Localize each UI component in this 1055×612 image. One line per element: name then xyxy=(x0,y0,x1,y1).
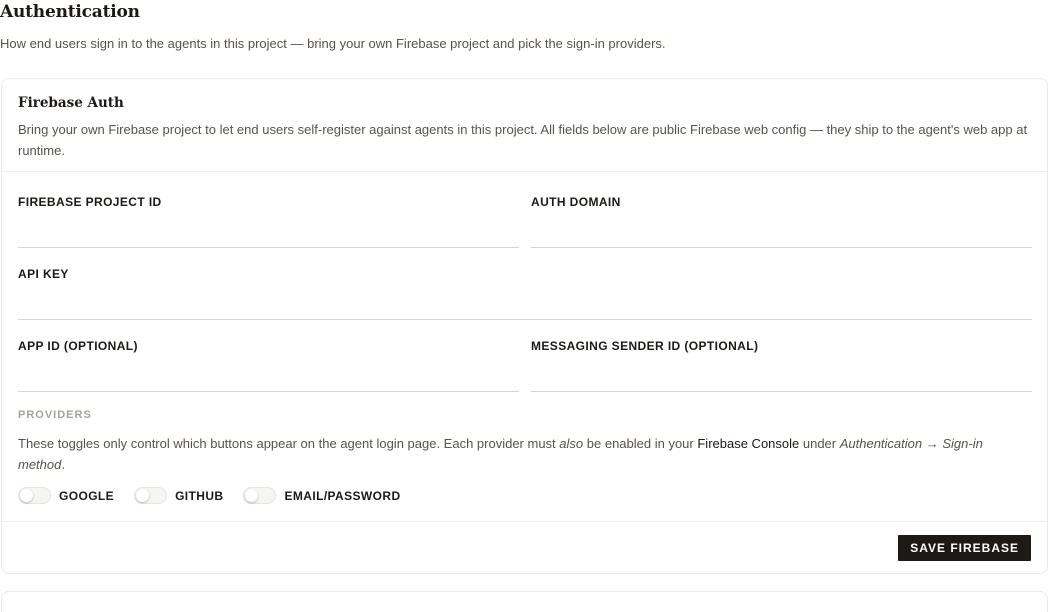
messaging-sender-id-input[interactable] xyxy=(531,339,1032,392)
github-toggle-label: GITHUB xyxy=(175,488,224,503)
firebase-auth-card: Firebase Auth Bring your own Firebase pr… xyxy=(1,78,1048,574)
toggle-switch[interactable] xyxy=(134,487,168,504)
providers-note-text: . xyxy=(61,457,65,472)
toggle-knob xyxy=(136,489,150,502)
github-provider-toggle[interactable]: GITHUB xyxy=(134,487,223,504)
card-header: Firebase Auth Bring your own Firebase pr… xyxy=(2,79,1047,172)
providers-note-text: be enabled in your xyxy=(583,436,698,451)
firebase-console-link[interactable]: Firebase Console xyxy=(697,436,799,451)
providers-heading: PROVIDERS xyxy=(18,409,92,421)
messaging-sender-id-field: MESSAGING SENDER ID (OPTIONAL) xyxy=(531,339,1032,393)
next-card xyxy=(1,591,1048,612)
toggle-switch[interactable] xyxy=(243,487,277,504)
providers-note-emphasis: also xyxy=(559,436,584,451)
providers-note-text: under xyxy=(799,436,840,451)
providers-note-text: These toggles only control which buttons… xyxy=(18,436,560,451)
toggle-knob xyxy=(20,489,33,502)
card-description: Bring your own Firebase project to let e… xyxy=(18,122,1028,158)
auth-domain-input[interactable] xyxy=(531,195,1032,248)
toggle-switch[interactable] xyxy=(18,487,51,504)
provider-toggles: GOOGLE GITHUB EMAIL/PASSWORD xyxy=(18,487,421,504)
app-id-input[interactable] xyxy=(18,339,519,392)
email-password-toggle-label: EMAIL/PASSWORD xyxy=(284,488,401,503)
google-toggle-label: GOOGLE xyxy=(59,488,115,503)
page-subtitle: How end users sign in to the agents in t… xyxy=(0,36,666,51)
email-password-provider-toggle[interactable]: EMAIL/PASSWORD xyxy=(243,487,400,504)
app-id-field: APP ID (OPTIONAL) xyxy=(18,339,519,393)
page-title: Authentication xyxy=(0,2,140,22)
google-provider-toggle[interactable]: GOOGLE xyxy=(18,487,114,504)
card-footer: SAVE FIREBASE xyxy=(2,521,1047,574)
card-title: Firebase Auth xyxy=(18,95,124,111)
auth-domain-field: AUTH DOMAIN xyxy=(531,195,1032,249)
api-key-field: API KEY xyxy=(18,267,1032,321)
toggle-knob xyxy=(245,489,259,502)
firebase-project-id-field: FIREBASE PROJECT ID xyxy=(18,195,519,249)
providers-note: These toggles only control which buttons… xyxy=(18,433,1018,475)
api-key-input[interactable] xyxy=(18,267,1032,320)
firebase-project-id-input[interactable] xyxy=(18,195,519,248)
save-firebase-button[interactable]: SAVE FIREBASE xyxy=(898,535,1031,561)
